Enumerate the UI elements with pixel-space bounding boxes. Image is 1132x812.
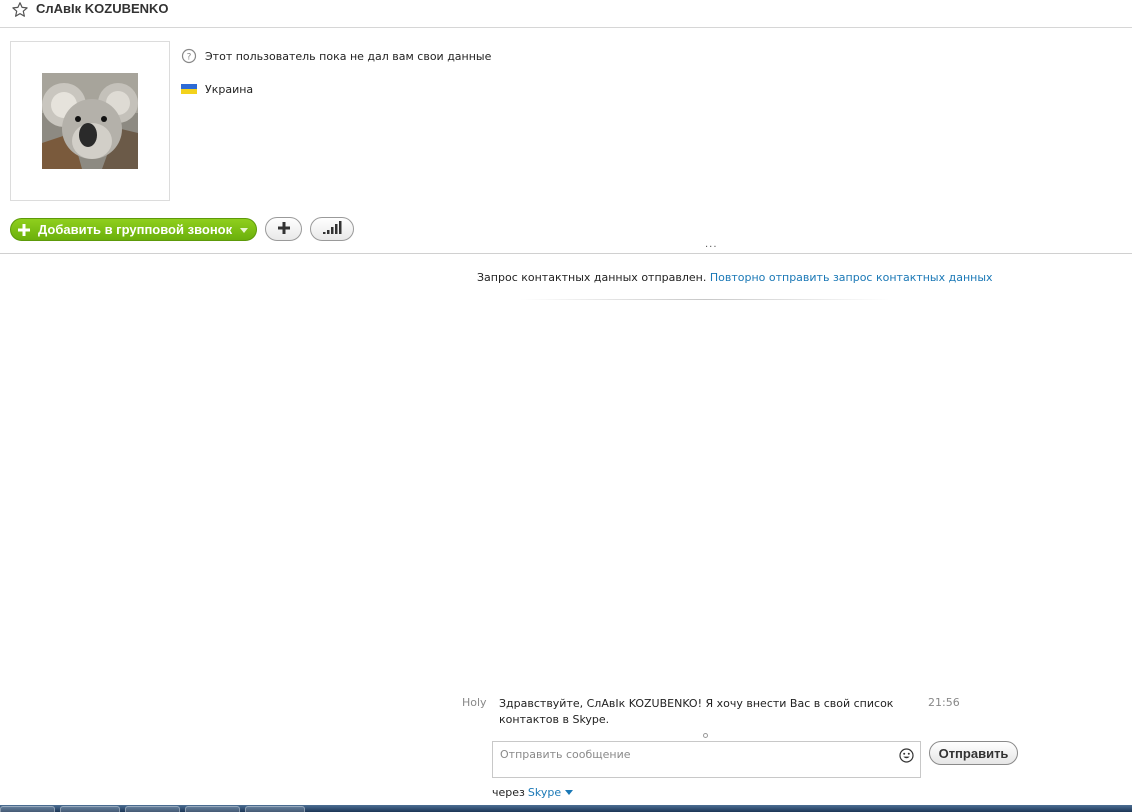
os-taskbar <box>0 805 1132 812</box>
taskbar-button[interactable] <box>245 806 305 812</box>
conversation-header: СлАвІк KOZUBENKO <box>0 0 1132 28</box>
message-compose-box[interactable] <box>492 741 921 778</box>
contact-request-notice: Запрос контактных данных отправлен. Повт… <box>477 271 993 284</box>
skype-unknown-status-icon: ? <box>181 48 197 64</box>
taskbar-button[interactable] <box>0 806 55 812</box>
add-contact-button[interactable] <box>265 217 302 241</box>
smiley-icon[interactable] <box>899 748 914 763</box>
send-via-selector: через Skype <box>492 786 574 799</box>
resize-handle[interactable]: ··· <box>705 242 718 253</box>
koala-avatar <box>42 73 138 169</box>
message-sender: Holy <box>462 696 487 709</box>
resend-request-link[interactable]: Повторно отправить запрос контактных дан… <box>710 271 993 284</box>
chevron-down-icon[interactable] <box>240 228 248 233</box>
taskbar-button[interactable] <box>185 806 240 812</box>
message-time: 21:56 <box>928 696 960 709</box>
taskbar-button[interactable] <box>60 806 120 812</box>
add-to-group-call-label: Добавить в групповой звонок <box>38 222 233 237</box>
star-outline-icon[interactable] <box>11 1 29 19</box>
ukraine-flag-icon <box>181 81 197 97</box>
contact-avatar-frame[interactable] <box>10 41 170 201</box>
notice-text: Запрос контактных данных отправлен. <box>477 271 707 284</box>
send-button[interactable]: Отправить <box>929 741 1018 765</box>
status-row: ? Этот пользователь пока не дал вам свои… <box>181 48 491 64</box>
via-label: через <box>492 786 525 799</box>
plus-icon <box>17 223 31 237</box>
taskbar-button[interactable] <box>125 806 180 812</box>
message-status-dot <box>703 733 708 738</box>
svg-text:?: ? <box>187 53 192 63</box>
header-divider <box>0 253 1132 254</box>
message-text: Здравствуйте, СлАвІк KOZUBENKO! Я хочу в… <box>499 697 894 726</box>
status-text: Этот пользователь пока не дал вам свои д… <box>205 49 492 63</box>
via-skype-link[interactable]: Skype <box>528 786 561 799</box>
message-input[interactable] <box>493 742 888 766</box>
add-to-group-call-button[interactable]: Добавить в групповой звонок <box>10 218 257 241</box>
notice-divider <box>520 299 890 300</box>
plus-icon <box>277 221 291 238</box>
contact-name-title: СлАвІк KOZUBENKO <box>36 1 169 16</box>
call-quality-button[interactable] <box>310 217 354 241</box>
chevron-down-icon[interactable] <box>565 790 574 795</box>
country-text: Украина <box>205 82 254 96</box>
signal-bars-icon <box>322 220 342 238</box>
country-row: Украина <box>181 81 253 97</box>
